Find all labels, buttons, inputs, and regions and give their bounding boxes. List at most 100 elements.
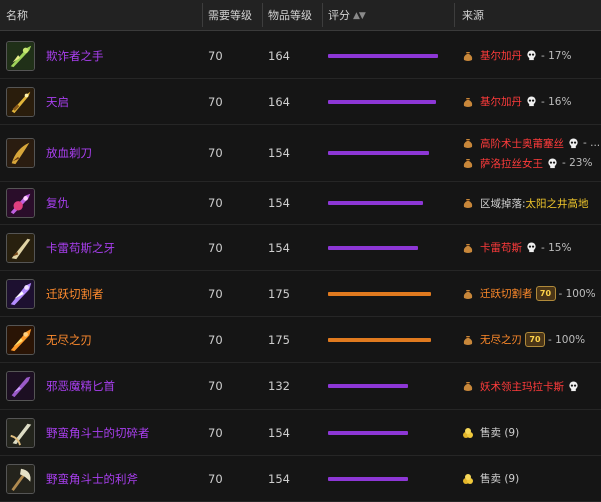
table-row[interactable]: 欺诈者之手 70 164 基尔加丹 - 17% [0,33,601,79]
required-level: 70 [208,286,223,301]
rating-bar [328,99,436,104]
gold-coins-icon [463,473,473,484]
boss-skull-icon [569,380,578,391]
table-row[interactable]: 迁跃切割者 70 175 迁跃切割者 70 - 100% [0,271,601,317]
drop-chance: - 23% [562,157,593,169]
green-claw-icon[interactable] [6,40,35,71]
required-level: 70 [208,332,223,347]
source-name-link[interactable]: 高阶术士奥莆塞丝 [480,136,564,151]
source-name-link[interactable]: 无尽之刃 [480,332,522,347]
gladiator-blade-icon[interactable] [6,417,35,448]
item-name-link[interactable]: 卡雷苟斯之牙 [46,225,115,270]
boss-skull-icon [569,137,578,148]
source-name-link[interactable]: 妖术领主玛拉卡斯 [480,379,564,394]
source-prefix: 区域掉落: [480,197,526,210]
item-level: 154 [268,240,290,255]
column-divider [454,3,455,27]
table-row[interactable]: 野蛮角斗士的利斧 70 154 售卖 (9) [0,456,601,502]
source-entry: 基尔加丹 - 17% [462,46,571,66]
golden-dagger-icon[interactable] [6,86,35,117]
item-name-link[interactable]: 邪恶魔精匕首 [46,363,115,409]
source-entry: 迁跃切割者 70 - 100% [462,284,596,304]
table-row[interactable]: 野蛮角斗士的切碎者 70 154 售卖 (9) [0,410,601,456]
column-header-item-level[interactable]: 物品等级 [268,0,312,30]
source-entry: 区域掉落: 太阳之井高地 [462,193,589,213]
sort-icon: ▲▼ [353,11,366,21]
column-header-source[interactable]: 来源 [462,0,484,30]
source-entry: 萨洛拉丝女王 - 23% [462,153,592,173]
item-name-link[interactable]: 复仇 [46,182,69,224]
level-badge: 70 [525,332,545,347]
item-name-link[interactable]: 放血剃刀 [46,125,92,181]
item-level: 164 [268,48,290,63]
rating-bar [328,384,408,388]
source-name-link[interactable]: 售卖 (9) [480,425,519,440]
source-name-link[interactable]: 售卖 (9) [480,471,519,486]
gladiator-axe-icon[interactable] [6,463,35,494]
table-row[interactable]: 天启 70 164 基尔加丹 - 16% [0,79,601,125]
fel-dagger-icon[interactable] [6,371,35,401]
item-level: 132 [268,379,290,393]
table-row[interactable]: 邪恶魔精匕首 70 132 妖术领主玛拉卡斯 [0,363,601,410]
loot-bag-icon [463,51,473,61]
source-entry: 基尔加丹 - 16% [462,92,571,112]
curved-blade-icon[interactable] [6,138,35,168]
drop-chance: - 15% [541,241,572,254]
rating-bar [328,201,423,205]
column-header-rating[interactable]: 评分 ▲▼ [328,0,366,30]
item-name-link[interactable]: 迁跃切割者 [46,271,104,316]
item-name-link[interactable]: 野蛮角斗士的切碎者 [46,410,150,455]
required-level: 70 [208,240,223,255]
table-row[interactable]: 无尽之刃 70 175 无尽之刃 70 - 100% [0,317,601,363]
item-level: 164 [268,94,290,109]
infinity-blade-icon[interactable] [6,324,35,355]
table-row[interactable]: 放血剃刀 70 154 高阶术士奥莆塞丝 - ... 萨洛拉丝女王 - 23% [0,125,601,182]
item-level: 154 [268,146,290,160]
item-name-link[interactable]: 天启 [46,79,69,124]
boss-skull-icon [527,50,536,61]
item-name-link[interactable]: 欺诈者之手 [46,33,104,78]
drop-chance: - ... [583,137,601,149]
source-name-link[interactable]: 基尔加丹 [480,48,522,63]
level-badge: 70 [535,286,556,301]
warp-slicer-icon[interactable] [6,278,35,309]
table-row[interactable]: 卡雷苟斯之牙 70 154 卡雷苟斯 - 15% [0,225,601,271]
item-name-link[interactable]: 野蛮角斗士的利斧 [46,456,138,501]
required-level: 70 [208,196,223,210]
boss-skull-icon [527,242,536,253]
item-name-link[interactable]: 无尽之刃 [46,317,92,362]
drop-chance: - 100% [548,333,586,346]
fang-blade-icon[interactable] [6,232,35,263]
source-entry: 卡雷苟斯 - 15% [462,238,571,258]
required-level: 70 [208,471,223,486]
rating-bar [328,291,431,296]
required-level: 70 [208,48,223,63]
loot-bag-icon [463,159,473,168]
required-level: 70 [208,94,223,109]
column-header-required-level[interactable]: 需要等级 [208,0,252,30]
required-level: 70 [208,425,223,440]
item-level: 154 [268,196,290,210]
drop-chance: - 17% [541,49,572,62]
drop-chance: - 100% [558,287,596,300]
source-name-link[interactable]: 基尔加丹 [480,94,522,109]
source-entry: 高阶术士奥莆塞丝 - ... [462,133,600,153]
rating-bar [328,151,429,155]
column-header-rating-label: 评分 [328,9,350,22]
loot-bag-icon [463,289,473,299]
column-divider [202,3,203,27]
item-level: 175 [268,286,290,301]
item-level: 154 [268,425,290,440]
source-entry: 售卖 (9) [462,423,519,443]
source-name-link[interactable]: 萨洛拉丝女王 [480,156,543,171]
column-header-name[interactable]: 名称 [6,0,28,30]
source-name-link[interactable]: 太阳之井高地 [526,196,589,211]
boss-skull-icon [527,96,536,107]
source-name-link[interactable]: 迁跃切割者 [480,286,533,301]
table-row[interactable]: 复仇 70 154 区域掉落: 太阳之井高地 [0,182,601,225]
source-name-link[interactable]: 卡雷苟斯 [480,240,522,255]
loot-bag-icon [463,97,473,107]
rating-bar [328,337,431,342]
boss-skull-icon [548,157,557,168]
purple-sword-icon[interactable] [6,188,35,218]
